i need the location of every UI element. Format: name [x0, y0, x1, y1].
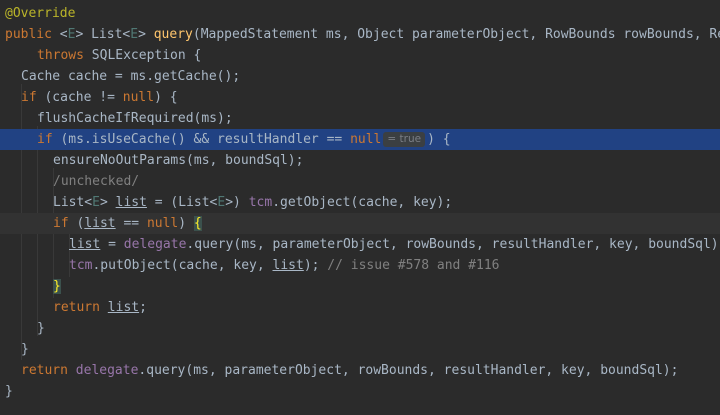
code-token: Cache cache = ms.getCache();	[21, 69, 241, 84]
code-token: ;	[139, 300, 147, 315]
code-token: ) {	[427, 132, 451, 147]
code-token: = (List<	[146, 195, 218, 210]
code-line-11-caret[interactable]: if (list == null) {	[0, 213, 720, 234]
variable-token: list	[69, 237, 101, 252]
code-token: (cache !=	[36, 90, 123, 105]
code-line-16[interactable]: }	[0, 318, 720, 339]
keyword-token: if	[21, 90, 37, 105]
code-token: );	[303, 258, 328, 273]
code-token: >)	[225, 195, 249, 210]
code-token: (ms.isUseCache() && resultHandler ==	[52, 132, 351, 147]
code-line-12[interactable]: list = delegate.query(ms, parameterObjec…	[0, 234, 720, 255]
comment-token: /unchecked/	[53, 174, 140, 189]
code-line-5[interactable]: if (cache != null) {	[0, 87, 720, 108]
code-token: <	[51, 27, 68, 42]
keyword-token: public	[5, 27, 52, 42]
code-token: )	[178, 216, 194, 231]
code-line-14[interactable]: }	[0, 276, 720, 297]
keyword-token: return	[53, 300, 100, 315]
annotation-token: @Override	[5, 6, 76, 21]
code-token: flushCacheIfRequired(ms);	[37, 111, 233, 126]
method-name-token: query	[153, 27, 193, 42]
code-token: >	[99, 195, 116, 210]
keyword-token: if	[37, 132, 53, 147]
code-token: }	[21, 342, 29, 357]
comment-token: // issue #578 and #116	[327, 258, 500, 273]
code-line-1[interactable]: @Override	[0, 3, 720, 24]
code-line-6[interactable]: flushCacheIfRequired(ms);	[0, 108, 720, 129]
type-param-token: E	[92, 195, 100, 210]
code-token: >	[138, 27, 154, 42]
code-line-17[interactable]: }	[0, 339, 720, 360]
code-token: ) {	[154, 90, 178, 105]
code-line-19[interactable]: }	[0, 381, 720, 402]
keyword-token: null	[122, 90, 155, 105]
code-line-15[interactable]: return list;	[0, 297, 720, 318]
type-param-token: E	[130, 27, 139, 42]
matched-brace: }	[53, 279, 61, 294]
code-token: .query(ms, parameterObject, rowBounds, r…	[186, 237, 720, 252]
code-token: }	[5, 384, 13, 399]
code-line-2[interactable]: public <E> List<E> query(MappedStatement…	[0, 24, 720, 45]
field-token: delegate	[123, 237, 187, 252]
variable-token: list	[115, 195, 147, 210]
inlay-hint-value: = true	[383, 132, 426, 147]
code-token: .query(ms, parameterObject, rowBounds, r…	[138, 363, 679, 378]
code-token: .putObject(cache, key,	[92, 258, 273, 273]
code-token: (MappedStatement ms, Object parameterObj…	[192, 27, 720, 42]
code-token: (	[68, 216, 85, 231]
code-token: List<	[53, 195, 93, 210]
variable-token: list	[84, 216, 116, 231]
keyword-token: null	[146, 216, 179, 231]
code-line-13[interactable]: tcm.putObject(cache, key, list); // issu…	[0, 255, 720, 276]
keyword-token: return	[21, 363, 68, 378]
code-line-7-selected[interactable]: if (ms.isUseCache() && resultHandler == …	[0, 129, 720, 150]
keyword-token: throws	[37, 48, 84, 63]
code-line-3[interactable]: throws SQLException {	[0, 45, 720, 66]
keyword-token: if	[53, 216, 69, 231]
field-token: delegate	[75, 363, 139, 378]
code-token: .getObject(cache, key);	[272, 195, 453, 210]
code-token: ==	[115, 216, 147, 231]
code-line-8[interactable]: ensureNoOutParams(ms, boundSql);	[0, 150, 720, 171]
code-token: ensureNoOutParams(ms, boundSql);	[53, 153, 304, 168]
field-token: tcm	[248, 195, 273, 210]
code-token: SQLException {	[83, 48, 202, 63]
code-token: }	[37, 321, 45, 336]
code-line-18[interactable]: return delegate.query(ms, parameterObjec…	[0, 360, 720, 381]
variable-token: list	[107, 300, 140, 315]
keyword-token: null	[350, 132, 382, 147]
code-token: > List<	[75, 27, 131, 42]
variable-token: list	[272, 258, 304, 273]
code-line-9[interactable]: /unchecked/	[0, 171, 720, 192]
code-token: =	[100, 237, 124, 252]
field-token: tcm	[69, 258, 93, 273]
code-line-10[interactable]: List<E> list = (List<E>) tcm.getObject(c…	[0, 192, 720, 213]
matched-brace: {	[193, 216, 202, 231]
code-editor[interactable]: @Override public <E> List<E> query(Mappe…	[0, 0, 720, 415]
code-line-4[interactable]: Cache cache = ms.getCache();	[0, 66, 720, 87]
